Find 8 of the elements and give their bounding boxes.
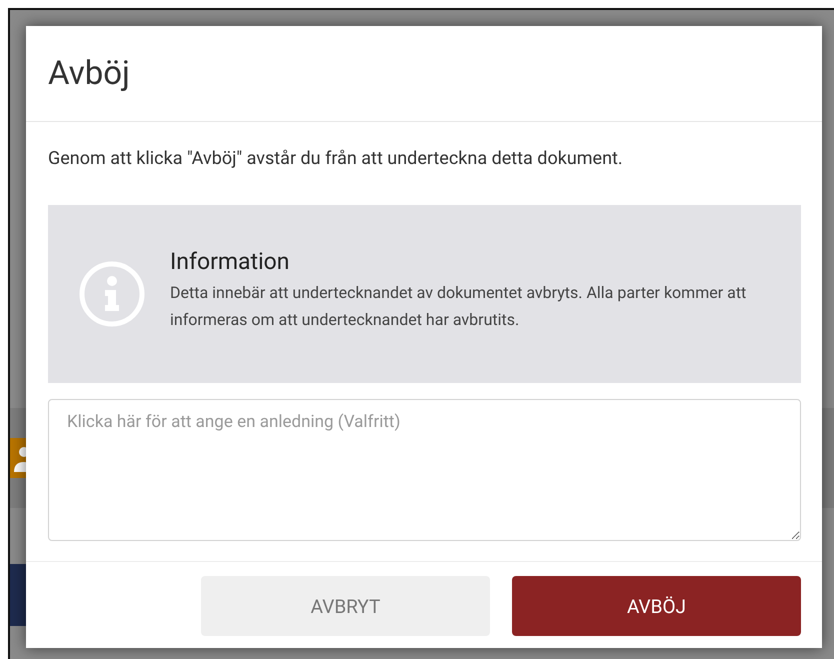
dialog-title: Avböj — [48, 54, 130, 93]
cancel-button[interactable]: AVBRYT — [201, 576, 490, 636]
reason-field[interactable]: Klicka här för att ange en anledning (Valfritt) — [48, 399, 801, 541]
dialog-message: Genom att klicka "Avböj" avstår du från att underteckna detta dokument. — [48, 147, 624, 171]
info-title: Information — [170, 248, 290, 274]
info-text: Detta innebär att undertecknandet av dokumentet avbryts. Alla parter kommer att informeras om att undertecknandet har avbrutits. — [170, 282, 748, 330]
decline-button[interactable]: AVBÖJ — [512, 576, 801, 636]
info-icon — [78, 260, 146, 328]
